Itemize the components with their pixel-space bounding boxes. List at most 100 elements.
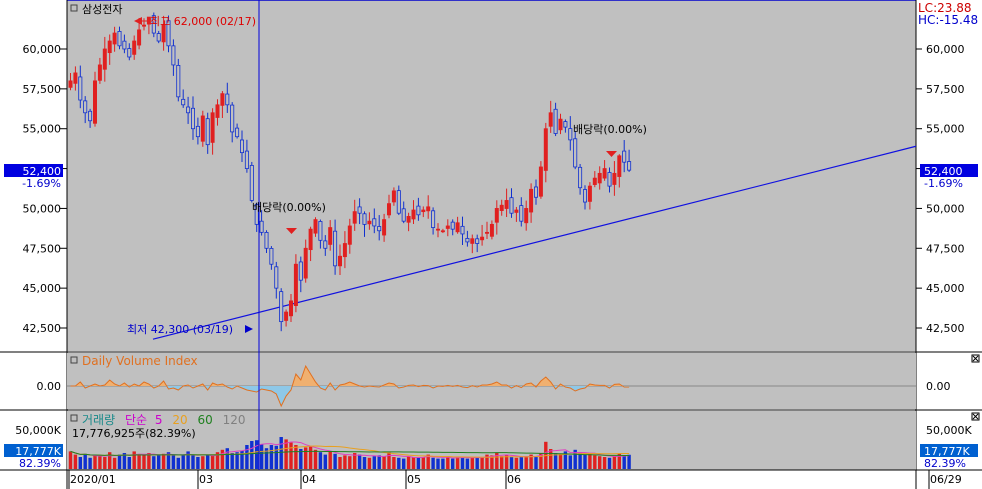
volume-bar <box>470 457 474 469</box>
volume-bar <box>308 446 313 469</box>
volume-bar <box>196 457 200 469</box>
candle-body <box>303 247 308 279</box>
volume-bar <box>377 455 381 469</box>
volume-bar <box>68 451 73 469</box>
volume-bar <box>191 455 195 469</box>
volume-bar <box>558 453 563 469</box>
candle-body <box>612 172 617 185</box>
candle-body <box>607 172 612 187</box>
high-annotation: 최고 62,000 (02/17) <box>134 15 256 28</box>
vidx-close-icon[interactable] <box>971 354 980 363</box>
candle-body <box>435 228 440 231</box>
price-panel[interactable] <box>67 0 916 351</box>
vol-ma-120: 120 <box>223 413 246 427</box>
chart-window: 42,50045,00047,50050,00052,50055,00057,5… <box>0 0 982 489</box>
candle-body <box>470 238 475 244</box>
candle-body <box>450 221 455 230</box>
volume-bar <box>593 455 597 469</box>
volume-bar <box>132 451 136 469</box>
volume-bar <box>475 457 479 469</box>
candle-body <box>93 80 98 124</box>
y-tick-label: 47,500 <box>23 242 62 255</box>
high-label: 최고 62,000 (02/17) <box>150 15 256 28</box>
volume-bar <box>93 455 97 469</box>
volume-bar <box>607 457 612 469</box>
dividend-label-2: 배당락(0.00%) <box>573 123 647 136</box>
candle-body <box>587 185 592 202</box>
volume-bar <box>446 456 450 469</box>
volume-bar <box>152 456 156 469</box>
candle-body <box>230 104 235 133</box>
vol-title-label: 거래량 <box>82 413 115 427</box>
y-tick-label: 42,500 <box>926 322 965 335</box>
candle-body <box>367 220 372 225</box>
volume-bar <box>73 454 78 469</box>
candle-body <box>318 221 323 241</box>
y-tick-label: 50,000 <box>23 202 62 215</box>
y-tick-label: 55,000 <box>926 123 965 136</box>
candle-body <box>225 93 230 106</box>
volume-bar <box>568 455 572 469</box>
candle-body <box>127 48 132 58</box>
y-tick-label: 50,000 <box>926 202 965 215</box>
volume-bar <box>549 449 553 469</box>
volume-bar <box>348 456 352 469</box>
candle-body <box>583 189 588 203</box>
vol-close-icon[interactable] <box>971 412 980 421</box>
candle-body <box>514 209 519 213</box>
candle-body <box>308 228 313 251</box>
candle-body <box>504 200 509 209</box>
volume-bar <box>465 458 470 469</box>
candle-body <box>220 93 225 106</box>
volume-bar <box>392 457 396 469</box>
candle-body <box>411 209 416 220</box>
candle-body <box>83 100 88 114</box>
candle-body <box>235 127 240 138</box>
candle-body <box>382 219 387 236</box>
volume-bar <box>250 441 254 469</box>
y-tick-label: 42,500 <box>23 322 62 335</box>
candle-body <box>489 223 494 237</box>
volume-bar <box>176 457 180 469</box>
volume-bar <box>137 454 141 469</box>
candle-body <box>519 205 524 222</box>
candle-body <box>460 225 465 235</box>
candle-body <box>529 188 534 213</box>
candle-body <box>313 219 318 234</box>
candle-body <box>602 168 607 179</box>
candle-body <box>68 80 73 88</box>
volume-bar <box>328 451 332 469</box>
y-tick-label: 57,500 <box>23 83 62 96</box>
candle-body <box>534 186 539 198</box>
candle-body <box>622 150 627 163</box>
candle-body <box>362 213 367 225</box>
volume-bar <box>142 455 146 469</box>
candle-body <box>328 227 333 245</box>
candle-body <box>391 190 396 203</box>
stock-chart[interactable]: 42,50045,00047,50050,00052,50055,00057,5… <box>0 0 982 489</box>
candle-body <box>465 238 470 243</box>
candle-body <box>288 300 293 317</box>
volume-bar <box>627 454 631 469</box>
candle-body <box>401 208 406 222</box>
volume-bar <box>117 454 122 469</box>
candle-body <box>617 155 622 177</box>
volume-bar <box>147 453 151 469</box>
volume-bar <box>519 457 523 469</box>
x-tick-label: 06/29 <box>930 473 962 486</box>
candle-body <box>406 215 411 223</box>
candle-body <box>137 29 142 46</box>
candle-body <box>78 76 83 101</box>
y-tick-label: 60,000 <box>926 43 965 56</box>
volume-bar <box>441 458 445 469</box>
volume-bar <box>480 457 484 469</box>
volume-bar <box>245 445 249 469</box>
candle-body <box>524 208 529 224</box>
candle-body <box>259 220 264 233</box>
candle-body <box>431 210 436 228</box>
volume-bar <box>83 453 87 469</box>
volume-bar <box>612 456 617 469</box>
volume-bar <box>504 455 509 469</box>
volume-bar <box>103 457 107 469</box>
x-tick-label: 03 <box>199 473 213 486</box>
